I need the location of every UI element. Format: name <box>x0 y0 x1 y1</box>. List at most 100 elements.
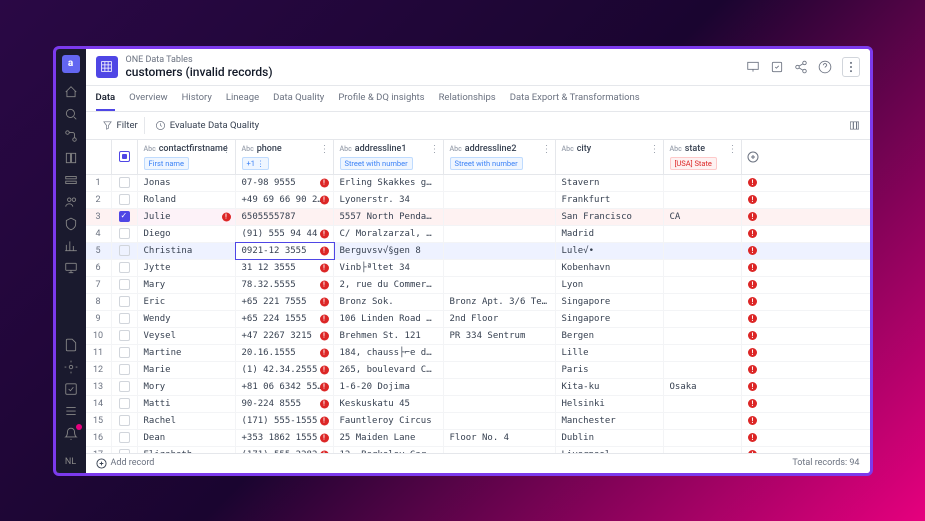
row-checkbox[interactable] <box>119 381 130 392</box>
cell-state[interactable] <box>664 175 742 191</box>
table-row[interactable]: 3Julie65055557875557 North Pendale Stre…… <box>86 209 870 226</box>
tab-data[interactable]: Data <box>96 86 116 111</box>
cell-addressline1[interactable]: Vinb├ªltet 34 <box>334 260 444 276</box>
cell-city[interactable]: Frankfurt <box>556 192 664 208</box>
column-header-addressline1[interactable]: Abcaddressline1Street with number⋮ <box>334 140 444 174</box>
more-button[interactable] <box>842 57 860 77</box>
cell-addressline2[interactable]: 2nd Floor <box>444 311 556 327</box>
check-icon[interactable] <box>64 382 78 396</box>
table-row[interactable]: 1Jonas07-98 9555Erling Skakkes gate 78St… <box>86 175 870 192</box>
cell-city[interactable]: Stavern <box>556 175 664 191</box>
row-checkbox[interactable] <box>119 432 130 443</box>
table-row[interactable]: 8Eric+65 221 7555Bronz Sok.Bronz Apt. 3/… <box>86 294 870 311</box>
cell-addressline1[interactable]: 265, boulevard Charonne <box>334 362 444 378</box>
cell-city[interactable]: Madrid <box>556 226 664 242</box>
cell-phone[interactable]: +65 224 1555 <box>236 311 334 327</box>
table-row[interactable]: 2Roland+49 69 66 90 2555Lyonerstr. 34Fra… <box>86 192 870 209</box>
share-icon[interactable] <box>794 60 808 74</box>
column-header-state[interactable]: Abcstate[USA] State⋮ <box>664 140 742 174</box>
cell-addressline2[interactable] <box>444 396 556 412</box>
cell-city[interactable]: Bergen <box>556 328 664 344</box>
cell-city[interactable]: San Francisco <box>556 209 664 225</box>
cell-contactfirstname[interactable]: Mory <box>138 379 236 395</box>
bell-icon[interactable] <box>64 427 78 441</box>
presentation-icon[interactable] <box>746 60 760 74</box>
columns-config-icon[interactable] <box>849 120 860 131</box>
flow-icon[interactable] <box>64 129 78 143</box>
cell-city[interactable]: Singapore <box>556 294 664 310</box>
cell-addressline1[interactable]: 1-6-20 Dojima <box>334 379 444 395</box>
row-checkbox[interactable] <box>119 398 130 409</box>
cell-contactfirstname[interactable]: Eric <box>138 294 236 310</box>
chart-icon[interactable] <box>64 239 78 253</box>
monitor-icon[interactable] <box>64 261 78 275</box>
row-checkbox[interactable] <box>119 228 130 239</box>
cell-phone[interactable]: +49 69 66 90 2555 <box>236 192 334 208</box>
cell-contactfirstname[interactable]: Matti <box>138 396 236 412</box>
cell-addressline2[interactable]: PR 334 Sentrum <box>444 328 556 344</box>
cell-contactfirstname[interactable]: Diego <box>138 226 236 242</box>
cell-city[interactable]: Manchester <box>556 413 664 429</box>
task-icon[interactable] <box>770 60 784 74</box>
row-checkbox[interactable] <box>119 211 130 222</box>
cell-addressline1[interactable]: C/ Moralzarzal, 86 <box>334 226 444 242</box>
settings-icon[interactable] <box>64 360 78 374</box>
cell-state[interactable] <box>664 260 742 276</box>
cell-addressline1[interactable]: Brehmen St. 121 <box>334 328 444 344</box>
cell-addressline1[interactable]: Lyonerstr. 34 <box>334 192 444 208</box>
select-all-checkbox[interactable] <box>119 151 130 162</box>
shield-icon[interactable] <box>64 217 78 231</box>
cell-addressline2[interactable] <box>444 379 556 395</box>
column-header-city[interactable]: Abccity⋮ <box>556 140 664 174</box>
cell-addressline1[interactable]: Fauntleroy Circus <box>334 413 444 429</box>
tab-overview[interactable]: Overview <box>129 86 168 111</box>
add-record-button[interactable]: Add record <box>96 458 155 469</box>
cell-phone[interactable]: +65 221 7555 <box>236 294 334 310</box>
tab-lineage[interactable]: Lineage <box>226 86 259 111</box>
tab-profile-dq-insights[interactable]: Profile & DQ insights <box>338 86 424 111</box>
cell-addressline1[interactable]: 2, rue du Commerce <box>334 277 444 293</box>
cell-city[interactable]: Lille <box>556 345 664 361</box>
tab-relationships[interactable]: Relationships <box>439 86 496 111</box>
cell-phone[interactable]: +81 06 6342 5555 <box>236 379 334 395</box>
table-row[interactable]: 6Jytte31 12 3555Vinb├ªltet 34Kobenhavn <box>86 260 870 277</box>
cell-city[interactable]: Helsinki <box>556 396 664 412</box>
row-checkbox[interactable] <box>119 415 130 426</box>
cell-addressline2[interactable] <box>444 447 556 453</box>
column-header-addressline2[interactable]: Abcaddressline2Street with number⋮ <box>444 140 556 174</box>
cell-city[interactable]: Lyon <box>556 277 664 293</box>
cell-contactfirstname[interactable]: Marie <box>138 362 236 378</box>
table-row[interactable]: 10Veysel+47 2267 3215Brehmen St. 121PR 3… <box>86 328 870 345</box>
row-checkbox[interactable] <box>119 279 130 290</box>
cell-state[interactable] <box>664 243 742 259</box>
table-row[interactable]: 16Dean+353 1862 155525 Maiden LaneFloor … <box>86 430 870 447</box>
cell-contactfirstname[interactable]: Dean <box>138 430 236 446</box>
tab-data-export-transformations[interactable]: Data Export & Transformations <box>510 86 640 111</box>
row-checkbox[interactable] <box>119 330 130 341</box>
cell-addressline1[interactable]: Bronz Sok. <box>334 294 444 310</box>
cell-phone[interactable]: 90-224 8555 <box>236 396 334 412</box>
cell-phone[interactable]: (1) 42.34.2555 <box>236 362 334 378</box>
cell-addressline2[interactable] <box>444 345 556 361</box>
cell-state[interactable]: CA <box>664 209 742 225</box>
row-checkbox[interactable] <box>119 313 130 324</box>
cell-addressline1[interactable]: Berguvsv√§gen 8 <box>334 243 444 259</box>
cell-city[interactable]: Lule√• <box>556 243 664 259</box>
cell-addressline1[interactable]: Erling Skakkes gate 78 <box>334 175 444 191</box>
cell-phone[interactable]: (171) 555-2282 <box>236 447 334 453</box>
table-row[interactable]: 11Martine20.16.1555184, chauss├⌐e de Tou… <box>86 345 870 362</box>
cell-contactfirstname[interactable]: Christina <box>138 243 236 259</box>
user-initials[interactable]: NL <box>65 457 76 467</box>
cell-contactfirstname[interactable]: Rachel <box>138 413 236 429</box>
table-row[interactable]: 14Matti90-224 8555Keskuskatu 45Helsinki <box>86 396 870 413</box>
cell-city[interactable]: Liverpool <box>556 447 664 453</box>
users-icon[interactable] <box>64 195 78 209</box>
cell-addressline2[interactable] <box>444 413 556 429</box>
table-row[interactable]: 13Mory+81 06 6342 55551-6-20 DojimaKita-… <box>86 379 870 396</box>
cell-contactfirstname[interactable]: Martine <box>138 345 236 361</box>
cell-phone[interactable]: (171) 555-1555 <box>236 413 334 429</box>
row-checkbox[interactable] <box>119 364 130 375</box>
cell-addressline1[interactable]: 106 Linden Road Sandown <box>334 311 444 327</box>
row-checkbox[interactable] <box>119 347 130 358</box>
cell-state[interactable] <box>664 328 742 344</box>
